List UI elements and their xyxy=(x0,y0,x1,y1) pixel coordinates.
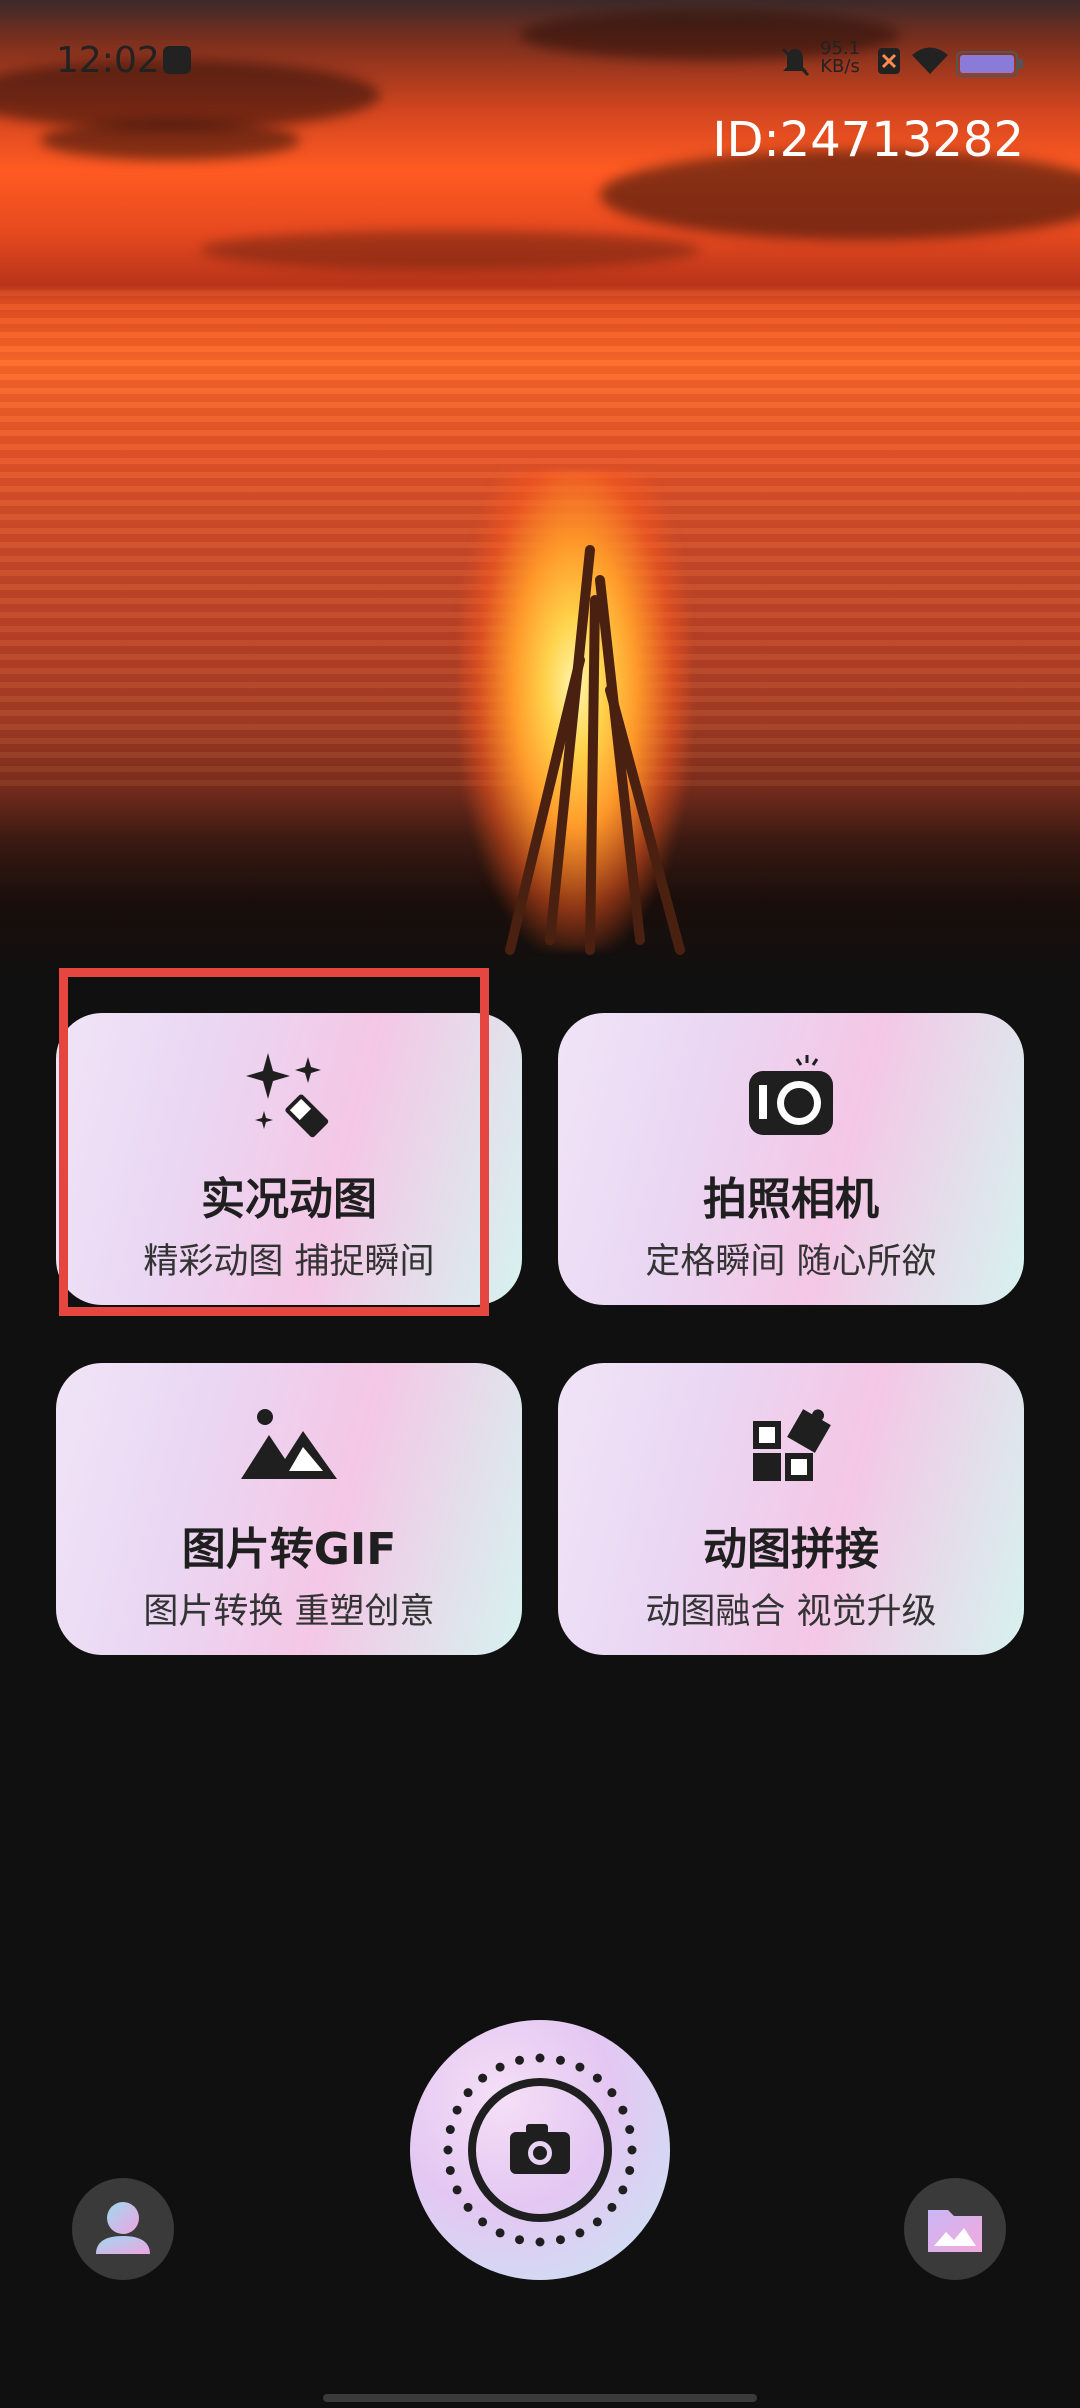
shutter-ring-dot xyxy=(495,2228,505,2238)
profile-button[interactable] xyxy=(72,2178,174,2280)
sim-disabled-icon xyxy=(878,48,900,74)
user-avatar-icon xyxy=(96,2202,150,2254)
card-subtitle: 动图融合 视觉升级 xyxy=(645,1592,937,1632)
shutter-dotted-ring xyxy=(443,2053,637,2247)
puzzle-icon xyxy=(753,1409,831,1481)
gallery-button[interactable] xyxy=(904,2178,1006,2280)
shutter-ring-dot xyxy=(445,2125,455,2135)
shutter-ring-dot xyxy=(535,2237,545,2247)
mountain-image-icon xyxy=(241,1409,337,1479)
network-speed-unit: KB/s xyxy=(820,56,860,77)
shutter-ring-dot xyxy=(575,2062,585,2072)
network-speed: 95.1 KB/s xyxy=(820,40,860,76)
battery-icon xyxy=(956,51,1023,77)
selection-highlight-box xyxy=(59,968,489,1316)
shutter-ring-dot xyxy=(592,2073,602,2083)
shutter-ring-dot xyxy=(625,2165,635,2175)
shutter-ring-dot xyxy=(515,2235,525,2245)
card-title: 拍照相机 xyxy=(703,1174,879,1225)
bonfire-sticks xyxy=(505,545,685,955)
shutter-ring-dot xyxy=(555,2055,565,2065)
shutter-ring-dot xyxy=(625,2125,635,2135)
shutter-ring-dot xyxy=(463,2202,473,2212)
status-bar: 12:02 95.1 KB/s xyxy=(0,0,1080,120)
shutter-ring-dot xyxy=(463,2088,473,2098)
card-subtitle: 定格瞬间 随心所欲 xyxy=(645,1242,937,1282)
shutter-ring-dot xyxy=(535,2053,545,2063)
card-title: 图片转GIF xyxy=(181,1524,397,1575)
camera-shutter-icon xyxy=(510,2124,570,2174)
shutter-ring-dot xyxy=(478,2073,488,2083)
gif-stitch-card[interactable]: 动图拼接 动图融合 视觉升级 xyxy=(558,1363,1024,1655)
shutter-ring-dot xyxy=(443,2145,453,2155)
home-indicator[interactable] xyxy=(323,2394,757,2402)
shutter-ring-dot xyxy=(618,2185,628,2195)
gallery-folder-icon xyxy=(928,2210,982,2252)
shutter-ring-dot xyxy=(627,2145,637,2155)
shopping-bag-icon xyxy=(163,46,191,74)
shutter-ring-dot xyxy=(495,2062,505,2072)
shutter-ring-dot xyxy=(452,2185,462,2195)
shutter-ring-dot xyxy=(445,2165,455,2175)
shutter-ring-dot xyxy=(607,2088,617,2098)
shutter-button[interactable] xyxy=(410,2020,670,2280)
shutter-ring-dot xyxy=(452,2105,462,2115)
wifi-icon xyxy=(912,47,948,74)
bell-muted-icon xyxy=(781,47,810,77)
shutter-ring-dot xyxy=(618,2105,628,2115)
shutter-ring-dot xyxy=(555,2235,565,2245)
shutter-ring-dot xyxy=(607,2202,617,2212)
photo-camera-card[interactable]: 拍照相机 定格瞬间 随心所欲 xyxy=(558,1013,1024,1305)
card-title: 动图拼接 xyxy=(703,1524,879,1575)
shutter-ring-dot xyxy=(592,2217,602,2227)
shutter-ring-dot xyxy=(478,2217,488,2227)
user-id-label: ID:24713282 xyxy=(712,112,1024,168)
camera-icon xyxy=(749,1055,833,1135)
status-time: 12:02 xyxy=(56,40,160,81)
image-to-gif-card[interactable]: 图片转GIF 图片转换 重塑创意 xyxy=(56,1363,522,1655)
shutter-ring-dot xyxy=(515,2055,525,2065)
card-subtitle: 图片转换 重塑创意 xyxy=(143,1592,435,1632)
shutter-ring-dot xyxy=(575,2228,585,2238)
